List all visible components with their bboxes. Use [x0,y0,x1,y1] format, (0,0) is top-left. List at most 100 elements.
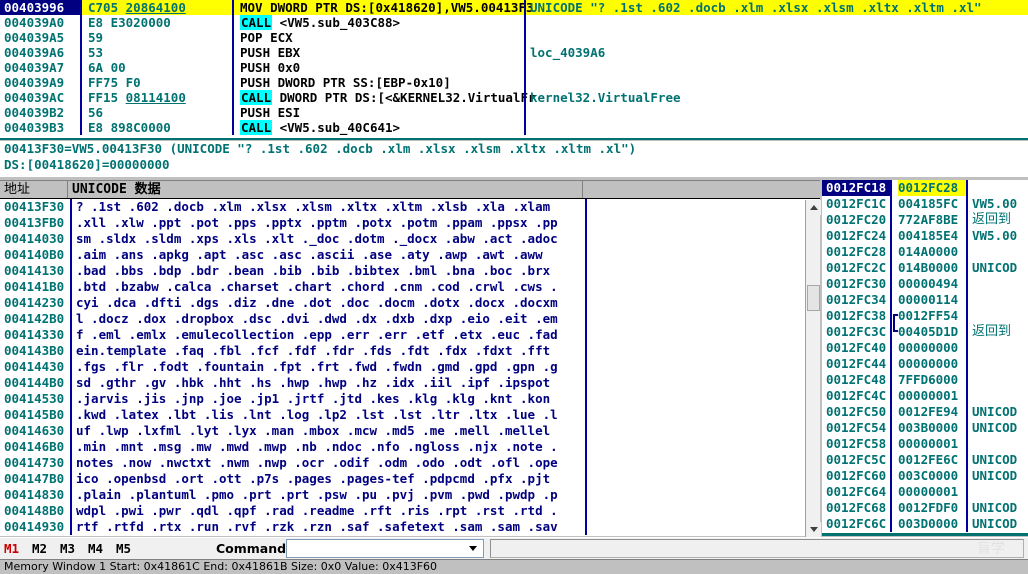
disassembly-row[interactable]: 004039B2 56 PUSH ESI [0,105,1028,120]
secondary-input-box[interactable]: 盲学 [490,539,1024,558]
instruction-keyword: CALL [240,120,273,135]
memory-window-button-m2[interactable]: M2 [32,541,47,556]
dump-row[interactable]: 00414330 f .eml .emlx .emulecollection .e… [0,327,820,343]
dump-row[interactable]: 004146B0 .min .mnt .msg .mw .mwd .mwp .nb… [0,439,820,455]
dump-unicode-data: cyi .dca .dfti .dgs .diz .dne .dot .doc … [76,295,558,310]
column-divider [70,279,72,295]
column-divider [585,199,587,215]
column-divider [70,503,72,519]
dump-row[interactable]: 00414230 cyi .dca .dfti .dgs .diz .dne .d… [0,295,820,311]
dump-row[interactable]: 00414430 .fgs .flr .fodt .fountain .fpt .… [0,359,820,375]
column-divider [890,228,892,244]
dump-row[interactable]: 004143B0 ein.template .faq .fbl .fcf .fdf… [0,343,820,359]
dump-row[interactable]: 00414130 .bad .bbs .bdp .bdr .bean .bib .… [0,263,820,279]
dump-address: 00414930 [4,519,65,534]
dump-row[interactable]: 004141B0 .btd .bzabw .calca .charset .cha… [0,279,820,295]
command-input[interactable] [289,541,461,556]
stack-row[interactable]: 0012FC3C 00405D1D 返回到 [822,324,1028,340]
disassembly-row[interactable]: 004039B3 E8 898C0000 CALL <VW5.sub_40C641> [0,120,1028,135]
disassembly-row[interactable]: 004039A6 53 PUSH EBX loc_4039A6 [0,45,1028,60]
dump-row[interactable]: 00413FB0 .xll .xlw .ppt .pot .pps .pptx .… [0,215,820,231]
column-divider [232,45,234,60]
dump-row[interactable]: 00414930 rtf .rtfd .rtx .run .rvf .rzk .r… [0,519,820,535]
scroll-up-icon[interactable] [806,200,821,215]
dump-address: 004143B0 [4,343,65,358]
stack-row[interactable]: 0012FC54 003B0000 UNICOD [822,420,1028,436]
stack-row[interactable]: 0012FC5C 0012FE6C UNICOD [822,452,1028,468]
disassembly-comment: loc_4039A6 [530,45,606,60]
stack-comment: UNICOD [972,452,1018,467]
dump-row[interactable]: 004142B0 l .docz .dox .dropbox .dsc .dvi … [0,311,820,327]
scroll-down-icon[interactable] [806,522,821,537]
disassembly-row[interactable]: 004039A7 6A 00 PUSH 0x0 [0,60,1028,75]
stack-value: 0012FE94 [898,404,959,419]
dump-row[interactable]: 00414630 uf .lwp .lxfml .lyt .lyx .man .m… [0,423,820,439]
stack-row[interactable]: 0012FC34 00000114 [822,292,1028,308]
dump-row[interactable]: 00414730 notes .now .nwctxt .nwm .nwp .oc… [0,455,820,471]
dump-scrollbar-thumb[interactable] [807,285,820,311]
column-divider [585,487,587,503]
disassembly-row[interactable]: 004039AC FF15 08114100 CALL DWORD PTR DS:[… [0,90,1028,105]
stack-row[interactable]: 0012FC4C 00000001 [822,388,1028,404]
dump-row[interactable]: 004147B0 ico .openbsd .ort .ott .p7s .pag… [0,471,820,487]
dump-unicode-data: .btd .bzabw .calca .charset .chart .chor… [76,279,558,294]
dump-row[interactable]: 00413F30 ? .1st .602 .docb .xlm .xlsx .xl… [0,199,820,215]
column-divider [966,196,968,212]
dump-unicode-data: .kwd .latex .lbt .lis .lnt .log .lp2 .ls… [76,407,558,422]
dump-header-data[interactable]: UNICODE 数据 [68,181,583,198]
dump-unicode-data: uf .lwp .lxfml .lyt .lyx .man .mbox .mcw… [76,423,551,438]
column-divider [70,247,72,263]
stack-row[interactable]: 0012FC20 772AF8BE 返回到 [822,212,1028,228]
disassembly-address: 004039A0 [4,15,65,30]
disassembly-row[interactable]: 004039A5 59 POP ECX [0,30,1028,45]
disassembly-pane[interactable]: 00403996 C705 20864100 MOV DWORD PTR DS:[… [0,0,1028,140]
stack-address: 0012FC58 [826,436,887,451]
column-divider [524,120,526,135]
dump-row[interactable]: 00414030 sm .sldx .sldm .xps .xls .xlt ._… [0,231,820,247]
memory-window-button-m5[interactable]: M5 [116,541,131,556]
dump-row[interactable]: 004144B0 sd .gthr .gv .hbk .hht .hs .hwp … [0,375,820,391]
dump-header-blank[interactable] [583,181,805,198]
stack-row[interactable]: 0012FC68 0012FDF0 UNICOD [822,500,1028,516]
memory-window-button-m4[interactable]: M4 [88,541,103,556]
stack-row[interactable]: 0012FC2C 014B0000 UNICOD [822,260,1028,276]
disassembly-instruction: PUSH EBX [240,45,301,60]
memory-window-button-m3[interactable]: M3 [60,541,75,556]
stack-address: 0012FC48 [826,372,887,387]
stack-row[interactable]: 0012FC44 00000000 [822,356,1028,372]
stack-row[interactable]: 0012FC64 00000001 [822,484,1028,500]
stack-row[interactable]: 0012FC18 0012FC28 [822,180,1028,196]
memory-window-button-m1[interactable]: M1 [4,541,19,556]
command-combobox[interactable] [286,539,484,558]
column-divider [524,90,526,105]
stack-pane[interactable]: 0012FC18 0012FC28 0012FC1C 004185FC VW5.00 00… [822,180,1028,536]
dump-row[interactable]: 004148B0 wdpl .pwi .pwr .qdl .qpf .rad .r… [0,503,820,519]
dump-row[interactable]: 004145B0 .kwd .latex .lbt .lis .lnt .log … [0,407,820,423]
dump-scrollbar[interactable] [805,200,821,537]
dump-row[interactable]: 00414830 .plain .plantuml .pmo .prt .prt … [0,487,820,503]
stack-row[interactable]: 0012FC60 003C0000 UNICOD [822,468,1028,484]
stack-row[interactable]: 0012FC6C 003D0000 UNICOD [822,516,1028,532]
stack-row[interactable]: 0012FC24 004185E4 VW5.00 [822,228,1028,244]
disassembly-row[interactable]: 004039A9 FF75 F0 PUSH DWORD PTR SS:[EBP-0x… [0,75,1028,90]
disassembly-bytes: 53 [88,45,104,60]
memory-dump-pane[interactable]: 地址 UNICODE 数据 00413F30 ? .1st .602 .docb … [0,180,821,537]
dump-header-address[interactable]: 地址 [0,181,68,198]
stack-row[interactable]: 0012FC38 0012FF54 [822,308,1028,324]
stack-row[interactable]: 0012FC28 014A0000 [822,244,1028,260]
disassembly-row[interactable]: 004039A0 E8 E3020000 CALL <VW5.sub_403C88> [0,15,1028,30]
stack-row[interactable]: 0012FC30 00000494 [822,276,1028,292]
stack-address: 0012FC28 [826,244,887,259]
column-divider [70,375,72,391]
dump-address: 00414830 [4,487,65,502]
column-divider [232,105,234,120]
disassembly-row[interactable]: 00403996 C705 20864100 MOV DWORD PTR DS:[… [0,0,1028,15]
stack-row[interactable]: 0012FC50 0012FE94 UNICOD [822,404,1028,420]
dump-row[interactable]: 00414530 .jarvis .jis .jnp .joe .jp1 .jrt… [0,391,820,407]
chevron-down-icon[interactable] [464,542,481,555]
stack-row[interactable]: 0012FC1C 004185FC VW5.00 [822,196,1028,212]
stack-row[interactable]: 0012FC58 00000001 [822,436,1028,452]
stack-row[interactable]: 0012FC40 00000000 [822,340,1028,356]
dump-row[interactable]: 004140B0 .aim .ans .apkg .apt .asc .asc … [0,247,820,263]
stack-row[interactable]: 0012FC48 7FFD6000 [822,372,1028,388]
